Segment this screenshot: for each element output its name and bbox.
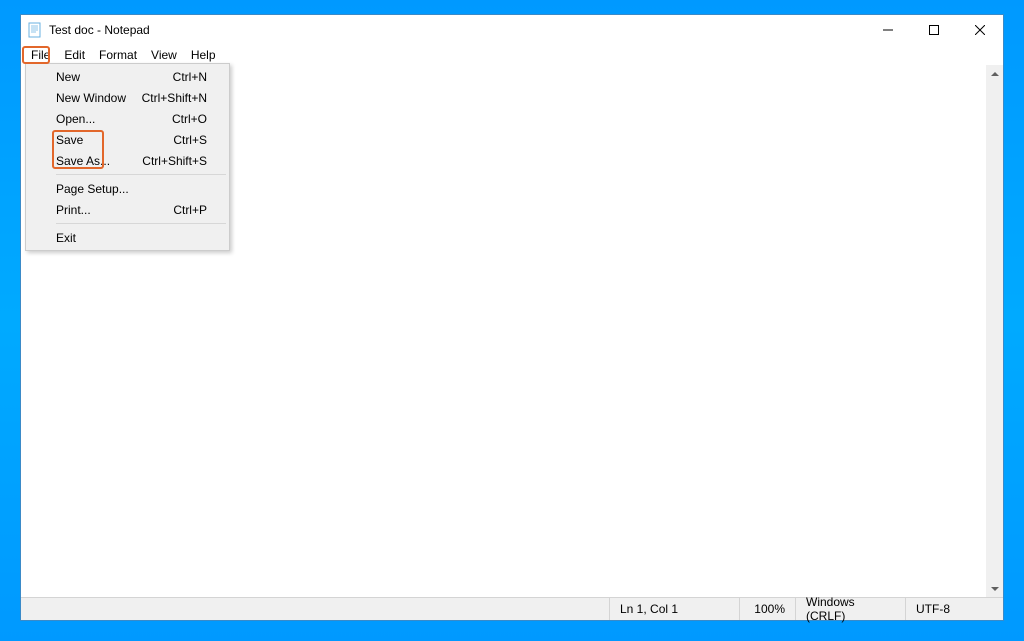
menu-item-save-as[interactable]: Save As... Ctrl+Shift+S — [28, 150, 227, 171]
menu-format[interactable]: Format — [92, 47, 144, 63]
menu-item-shortcut: Ctrl+P — [173, 203, 207, 217]
menu-edit[interactable]: Edit — [57, 47, 92, 63]
notepad-icon — [27, 22, 43, 38]
window-title: Test doc - Notepad — [49, 23, 150, 37]
menu-help[interactable]: Help — [184, 47, 223, 63]
menu-view[interactable]: View — [144, 47, 184, 63]
window-controls — [865, 15, 1003, 45]
titlebar[interactable]: Test doc - Notepad — [21, 15, 1003, 45]
menu-item-label: Open... — [56, 112, 95, 126]
menu-item-shortcut: Ctrl+S — [173, 133, 207, 147]
maximize-button[interactable] — [911, 15, 957, 45]
status-position: Ln 1, Col 1 — [609, 598, 739, 620]
menu-item-print[interactable]: Print... Ctrl+P — [28, 199, 227, 220]
menu-item-label: New Window — [56, 91, 126, 105]
menu-item-save[interactable]: Save Ctrl+S — [28, 129, 227, 150]
close-button[interactable] — [957, 15, 1003, 45]
menu-item-label: Save As... — [56, 154, 110, 168]
status-zoom: 100% — [739, 598, 795, 620]
menu-item-shortcut: Ctrl+Shift+S — [142, 154, 207, 168]
menu-item-new-window[interactable]: New Window Ctrl+Shift+N — [28, 87, 227, 108]
menu-item-label: Exit — [56, 231, 76, 245]
titlebar-left: Test doc - Notepad — [27, 22, 150, 38]
menu-item-label: New — [56, 70, 80, 84]
menu-item-new[interactable]: New Ctrl+N — [28, 66, 227, 87]
menu-item-shortcut: Ctrl+N — [173, 70, 207, 84]
menu-item-shortcut: Ctrl+O — [172, 112, 207, 126]
menu-item-exit[interactable]: Exit — [28, 227, 227, 248]
status-line-ending: Windows (CRLF) — [795, 598, 905, 620]
menu-item-label: Page Setup... — [56, 182, 129, 196]
file-dropdown-menu: New Ctrl+N New Window Ctrl+Shift+N Open.… — [25, 63, 230, 251]
scroll-down-icon[interactable] — [986, 580, 1003, 597]
scroll-up-icon[interactable] — [986, 65, 1003, 82]
menu-separator — [56, 174, 226, 175]
vertical-scrollbar[interactable] — [986, 65, 1003, 597]
menu-item-label: Print... — [56, 203, 91, 217]
menubar: File Edit Format View Help — [21, 45, 1003, 65]
menu-separator — [56, 223, 226, 224]
menu-item-label: Save — [56, 133, 83, 147]
menu-item-shortcut: Ctrl+Shift+N — [142, 91, 207, 105]
status-encoding: UTF-8 — [905, 598, 1003, 620]
menu-file[interactable]: File — [24, 47, 57, 63]
minimize-button[interactable] — [865, 15, 911, 45]
menu-item-page-setup[interactable]: Page Setup... — [28, 178, 227, 199]
menu-item-open[interactable]: Open... Ctrl+O — [28, 108, 227, 129]
statusbar: Ln 1, Col 1 100% Windows (CRLF) UTF-8 — [21, 597, 1003, 620]
